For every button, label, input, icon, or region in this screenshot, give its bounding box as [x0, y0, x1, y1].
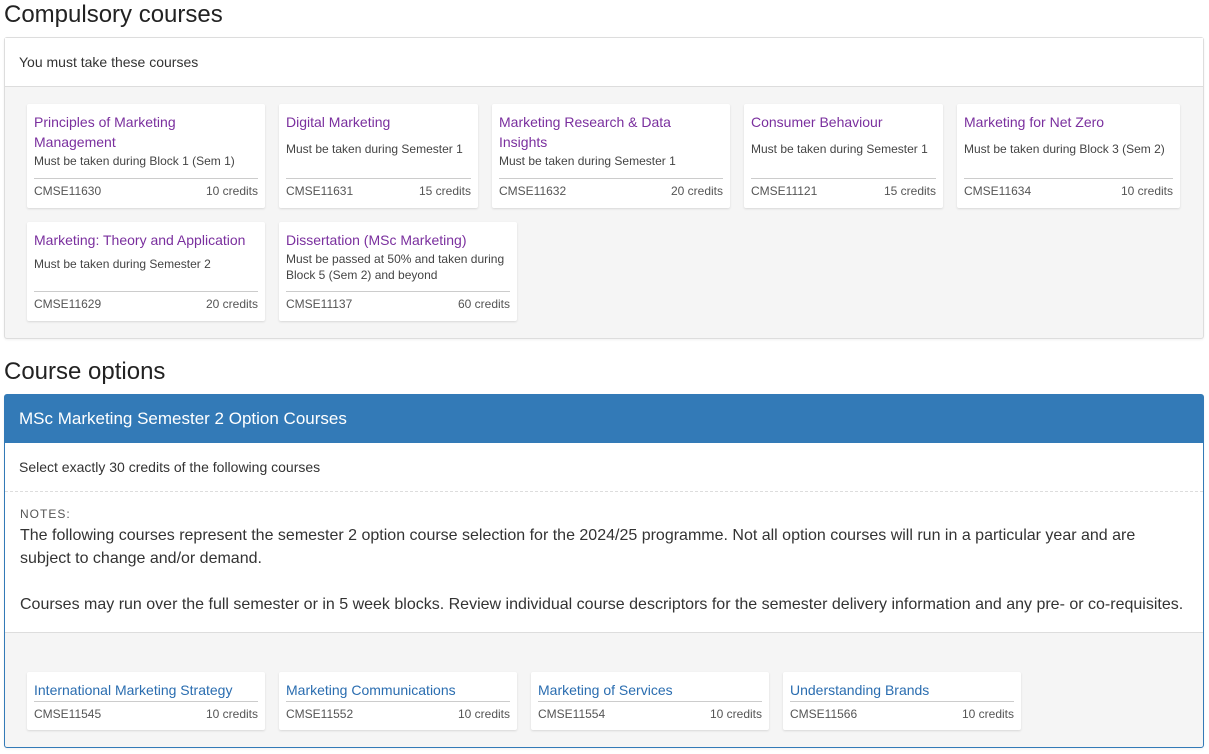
- course-title-link[interactable]: Marketing Research & Data Insights: [499, 112, 723, 152]
- course-code: CMSE11554: [538, 707, 606, 721]
- course-footer: CMSE11632 20 credits: [499, 178, 723, 199]
- course-footer: CMSE11552 10 credits: [286, 701, 510, 722]
- course-footer: CMSE11545 10 credits: [34, 701, 258, 722]
- notes-block: NOTES: The following courses represent t…: [5, 492, 1203, 633]
- course-title-link[interactable]: Principles of Marketing Management: [34, 112, 258, 152]
- option-course-card: Marketing Communications CMSE11552 10 cr…: [279, 672, 517, 730]
- course-footer: CMSE11630 10 credits: [34, 178, 258, 199]
- course-options-heading: Course options: [4, 358, 166, 385]
- course-title-link[interactable]: Marketing of Services: [538, 680, 762, 700]
- notes-paragraph: Courses may run over the full semester o…: [20, 596, 1184, 613]
- compulsory-courses-panel: You must take these courses Principles o…: [4, 37, 1204, 339]
- option-course-card: Understanding Brands CMSE11566 10 credit…: [783, 672, 1021, 730]
- course-code: CMSE11632: [499, 184, 567, 198]
- course-title-link[interactable]: International Marketing Strategy: [34, 680, 258, 700]
- compulsory-courses-heading: Compulsory courses: [4, 1, 223, 28]
- course-credits: 60 credits: [457, 297, 510, 311]
- course-code: CMSE11121: [751, 184, 818, 198]
- course-card: Principles of Marketing Management Must …: [27, 104, 265, 208]
- course-credits: 15 credits: [418, 184, 471, 198]
- course-title-link[interactable]: Digital Marketing: [286, 112, 471, 132]
- notes-label: NOTES:: [20, 507, 71, 521]
- course-code: CMSE11566: [790, 707, 858, 721]
- course-requirement-note: Must be taken during Semester 1: [499, 154, 676, 168]
- option-courses-panel: MSc Marketing Semester 2 Option Courses …: [4, 394, 1204, 748]
- course-requirement-note: Must be passed at 50% and taken during B…: [286, 252, 505, 282]
- course-credits: 10 credits: [709, 707, 762, 721]
- course-card: Marketing: Theory and Application Must b…: [27, 222, 265, 321]
- course-footer: CMSE11121 15 credits: [751, 178, 936, 199]
- course-credits: 10 credits: [205, 707, 258, 721]
- option-selection-rule: Select exactly 30 credits of the followi…: [5, 443, 1203, 492]
- course-credits: 10 credits: [205, 184, 258, 198]
- option-group-title: MSc Marketing Semester 2 Option Courses: [5, 395, 1203, 443]
- course-footer: CMSE11629 20 credits: [34, 291, 258, 312]
- course-title-link[interactable]: Marketing Communications: [286, 680, 510, 700]
- course-requirement-note: Must be taken during Block 1 (Sem 1): [34, 154, 235, 168]
- course-credits: 20 credits: [670, 184, 723, 198]
- course-credits: 15 credits: [883, 184, 936, 198]
- course-requirement-note: Must be taken during Semester 1: [286, 142, 463, 156]
- course-code: CMSE11629: [34, 297, 102, 311]
- course-code: CMSE11137: [286, 297, 353, 311]
- course-requirement-note: Must be taken during Semester 1: [751, 142, 928, 156]
- course-card: Dissertation (MSc Marketing) Must be pas…: [279, 222, 517, 321]
- course-requirement-note: Must be taken during Block 3 (Sem 2): [964, 142, 1165, 156]
- course-requirement-note: Must be taken during Semester 2: [34, 257, 211, 271]
- course-title-link[interactable]: Understanding Brands: [790, 680, 1014, 700]
- course-title-link[interactable]: Marketing for Net Zero: [964, 112, 1173, 132]
- option-course-card: International Marketing Strategy CMSE115…: [27, 672, 265, 730]
- course-code: CMSE11630: [34, 184, 102, 198]
- course-footer: CMSE11554 10 credits: [538, 701, 762, 722]
- course-footer: CMSE11634 10 credits: [964, 178, 1173, 199]
- course-credits: 10 credits: [961, 707, 1014, 721]
- compulsory-subheading: You must take these courses: [5, 38, 1203, 87]
- course-footer: CMSE11137 60 credits: [286, 291, 510, 312]
- course-title-link[interactable]: Dissertation (MSc Marketing): [286, 230, 510, 250]
- course-code: CMSE11545: [34, 707, 102, 721]
- course-card: Marketing Research & Data Insights Must …: [492, 104, 730, 208]
- course-footer: CMSE11566 10 credits: [790, 701, 1014, 722]
- course-card: Consumer Behaviour Must be taken during …: [744, 104, 943, 208]
- course-credits: 20 credits: [205, 297, 258, 311]
- course-code: CMSE11552: [286, 707, 354, 721]
- course-title-link[interactable]: Marketing: Theory and Application: [34, 230, 258, 250]
- option-course-card: Marketing of Services CMSE11554 10 credi…: [531, 672, 769, 730]
- notes-paragraph: The following courses represent the seme…: [20, 527, 1136, 567]
- course-code: CMSE11631: [286, 184, 354, 198]
- course-title-link[interactable]: Consumer Behaviour: [751, 112, 936, 132]
- course-footer: CMSE11631 15 credits: [286, 178, 471, 199]
- course-credits: 10 credits: [1120, 184, 1173, 198]
- course-credits: 10 credits: [457, 707, 510, 721]
- course-card: Marketing for Net Zero Must be taken dur…: [957, 104, 1180, 208]
- course-code: CMSE11634: [964, 184, 1032, 198]
- course-card: Digital Marketing Must be taken during S…: [279, 104, 478, 208]
